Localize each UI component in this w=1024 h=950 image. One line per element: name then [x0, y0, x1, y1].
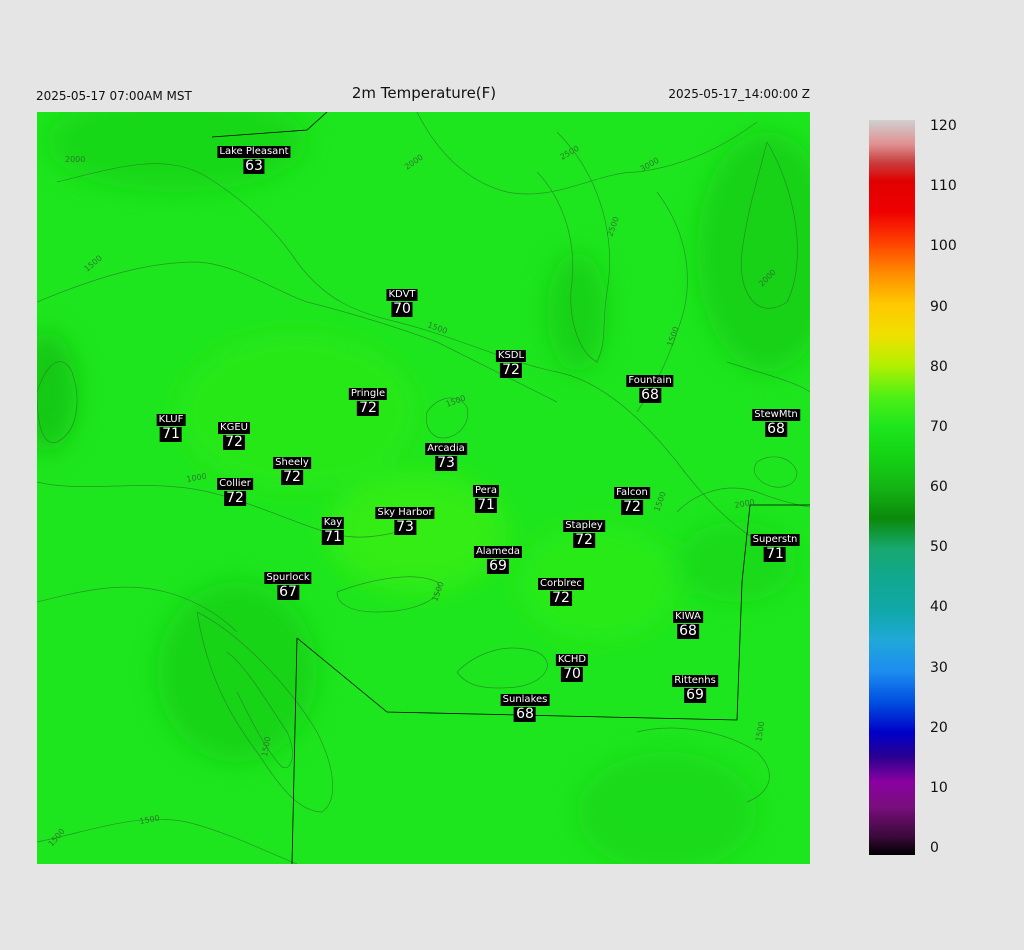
- station-name: Collier: [217, 478, 253, 490]
- station-collier: Collier 72: [217, 471, 253, 506]
- station-name: KGEU: [218, 422, 250, 434]
- station-temperature: 72: [550, 590, 572, 606]
- station-name: Kay: [321, 517, 345, 529]
- station-name: Fountain: [626, 375, 674, 387]
- station-temperature: 72: [573, 532, 595, 548]
- station-stapley: Stapley 72: [563, 513, 605, 548]
- station-kay: Kay 71: [321, 510, 345, 545]
- station-pera: Pera 71: [472, 478, 500, 513]
- contour-label: 2000: [65, 155, 85, 164]
- colorbar-tick-label: 50: [930, 539, 948, 556]
- station-rittenhs: Rittenhs 69: [672, 668, 718, 703]
- station-name: KDVT: [386, 289, 418, 301]
- colorbar-tick-label: 80: [930, 358, 948, 375]
- colorbar-gradient: [869, 120, 915, 855]
- station-name: Pera: [472, 485, 500, 497]
- colorbar-tick-label: 90: [930, 298, 948, 315]
- station-name: Spurlock: [264, 572, 312, 584]
- map-title: 2m Temperature(F): [351, 84, 497, 102]
- colorbar-tick-label: 110: [930, 178, 957, 195]
- station-name: Falcon: [614, 487, 650, 499]
- station-lake-pleasant: Lake Pleasant 63: [217, 139, 291, 174]
- station-temperature: 73: [394, 519, 416, 535]
- station-name: Pringle: [348, 388, 388, 400]
- station-temperature: 71: [475, 497, 497, 513]
- station-sky-harbor: Sky Harbor 73: [375, 500, 435, 535]
- colorbar: [869, 120, 915, 855]
- station-name: Sunlakes: [500, 694, 550, 706]
- station-temperature: 72: [500, 362, 522, 378]
- station-name: Stapley: [563, 520, 605, 532]
- station-kgeu: KGEU 72: [218, 415, 250, 450]
- station-name: StewMtn: [752, 409, 800, 421]
- station-temperature: 70: [391, 301, 413, 317]
- station-temperature: 69: [684, 687, 706, 703]
- station-temperature: 69: [487, 558, 509, 574]
- station-temperature: 68: [677, 623, 699, 639]
- station-stewmtn: StewMtn 68: [752, 402, 800, 437]
- station-temperature: 68: [639, 387, 661, 403]
- station-kiwa: KIWA 68: [673, 604, 703, 639]
- station-superstn: Superstn 71: [750, 527, 800, 562]
- valid-time-local: 2025-05-17 07:00AM MST: [36, 89, 192, 103]
- station-name: KIWA: [673, 611, 703, 623]
- station-name: Corblrec: [538, 578, 584, 590]
- colorbar-tick-label: 40: [930, 599, 948, 616]
- station-falcon: Falcon 72: [614, 480, 650, 515]
- station-temperature: 73: [435, 455, 457, 471]
- station-name: KLUF: [156, 414, 186, 426]
- station-temperature: 72: [621, 499, 643, 515]
- station-pringle: Pringle 72: [348, 381, 388, 416]
- colorbar-tick-label: 10: [930, 779, 948, 796]
- station-name: Lake Pleasant: [217, 146, 291, 158]
- station-kdvt: KDVT 70: [386, 282, 418, 317]
- map-field: 2000 2000 25003000250020001500150015001500…: [37, 112, 810, 864]
- station-temperature: 72: [223, 434, 245, 450]
- colorbar-tick-label: 120: [930, 118, 957, 134]
- colorbar-tick-label: 70: [930, 418, 948, 435]
- station-spurlock: Spurlock 67: [264, 565, 312, 600]
- station-temperature: 71: [160, 426, 182, 442]
- station-temperature: 67: [277, 584, 299, 600]
- temperature-map: 2000 2000 2500 3000 2500 2000 1500 1500 1500 1500…: [37, 112, 810, 864]
- station-temperature: 72: [224, 490, 246, 506]
- station-name: Arcadia: [425, 443, 467, 455]
- station-alameda: Alameda 69: [473, 539, 523, 574]
- station-name: Rittenhs: [672, 675, 718, 687]
- station-fountain: Fountain 68: [626, 368, 674, 403]
- station-ksdl: KSDL 72: [495, 343, 527, 378]
- station-corblrec: Corblrec 72: [538, 571, 584, 606]
- station-kluf: KLUF 71: [156, 407, 186, 442]
- colorbar-tick-label: 0: [930, 840, 939, 856]
- station-temperature: 72: [281, 469, 303, 485]
- station-name: Alameda: [473, 546, 523, 558]
- valid-time-utc: 2025-05-17_14:00:00 Z: [668, 87, 810, 101]
- station-name: Sky Harbor: [375, 507, 435, 519]
- station-name: Superstn: [750, 534, 800, 546]
- station-temperature: 68: [514, 706, 536, 722]
- station-name: KCHD: [555, 654, 589, 666]
- colorbar-tick-label: 20: [930, 719, 948, 736]
- station-sheely: Sheely 72: [273, 450, 311, 485]
- station-arcadia: Arcadia 73: [425, 436, 467, 471]
- station-temperature: 71: [322, 529, 344, 545]
- colorbar-tick-label: 30: [930, 659, 948, 676]
- station-temperature: 63: [243, 158, 265, 174]
- colorbar-tick-label: 60: [930, 479, 948, 495]
- station-temperature: 70: [561, 666, 583, 682]
- station-name: KSDL: [495, 350, 527, 362]
- station-kchd: KCHD 70: [555, 647, 589, 682]
- station-temperature: 68: [765, 421, 787, 437]
- station-name: Sheely: [273, 457, 311, 469]
- station-sunlakes: Sunlakes 68: [500, 687, 550, 722]
- station-temperature: 72: [357, 400, 379, 416]
- colorbar-tick-label: 100: [930, 238, 957, 255]
- station-temperature: 71: [764, 546, 786, 562]
